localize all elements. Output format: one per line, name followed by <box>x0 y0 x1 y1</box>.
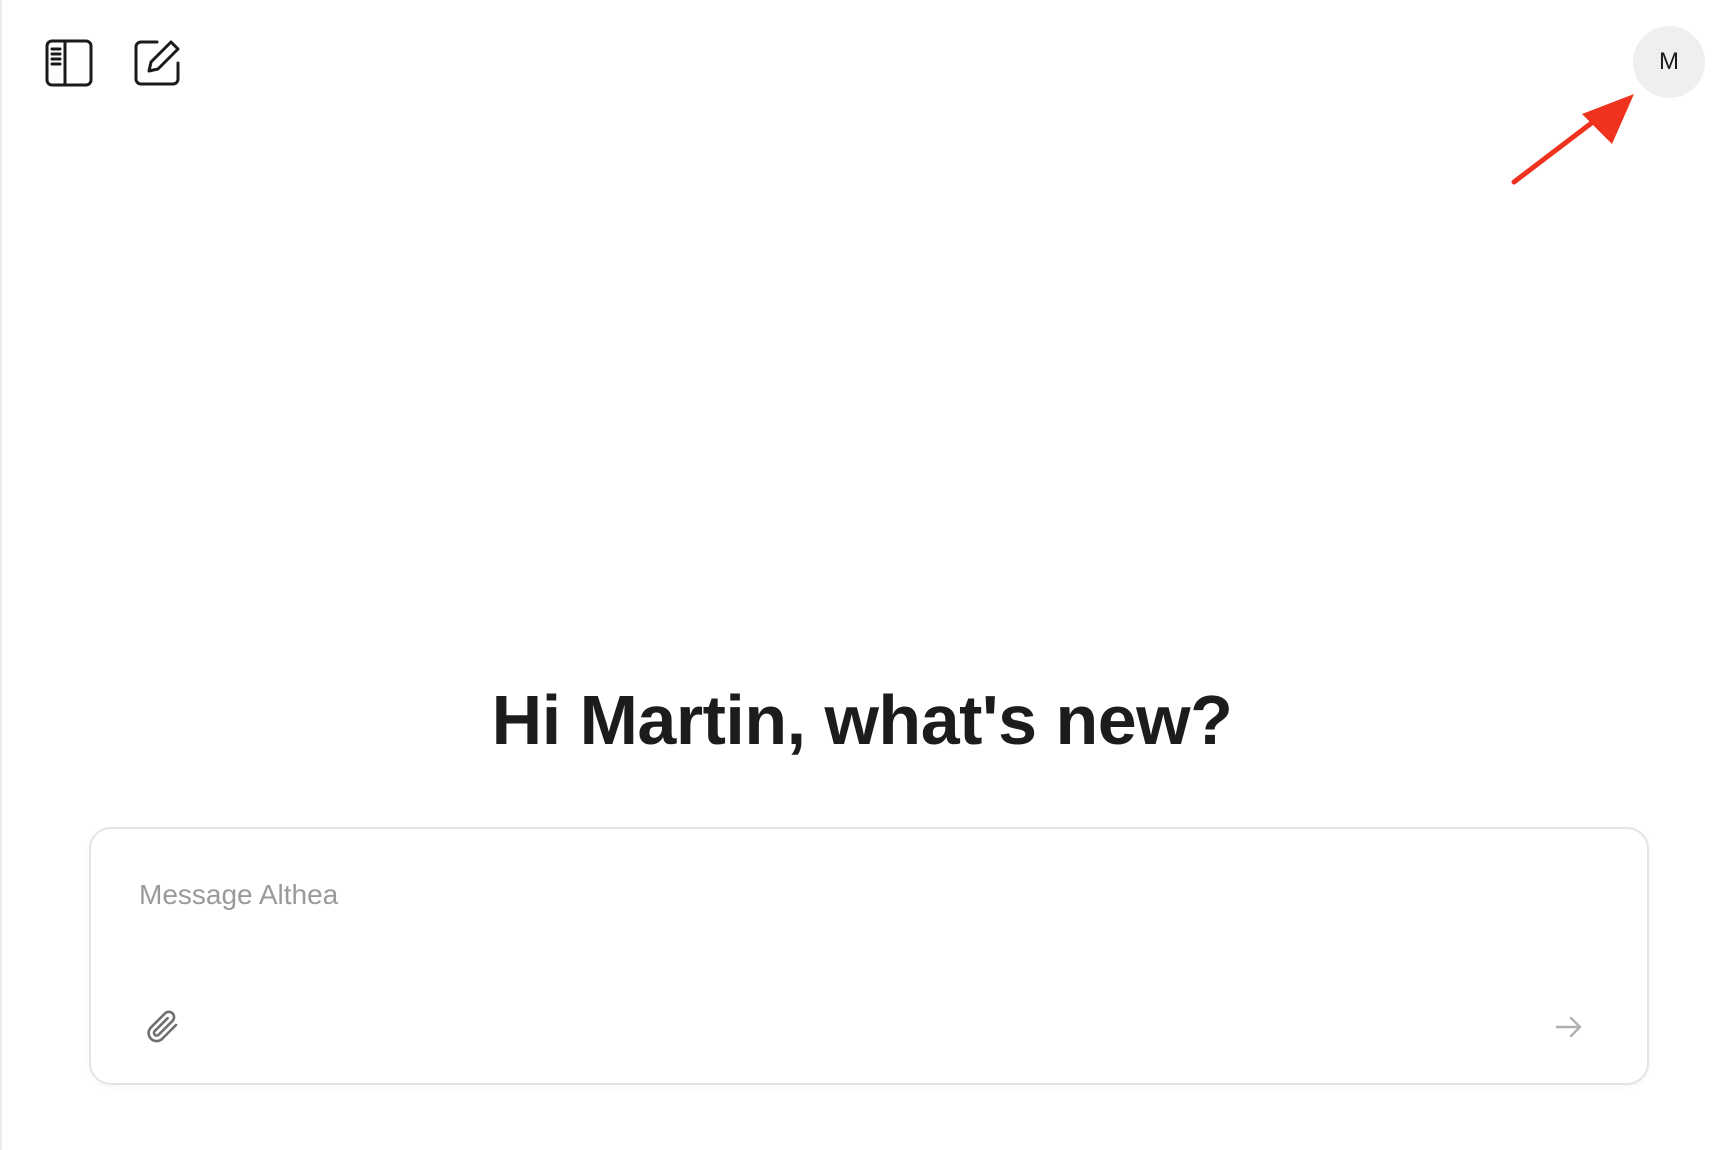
avatar-initial: M <box>1659 48 1679 75</box>
sidebar-icon <box>43 37 95 89</box>
page-title: Hi Martin, what's new? <box>491 681 1233 759</box>
sidebar-toggle-button[interactable] <box>40 34 98 92</box>
paperclip-icon <box>143 1007 183 1052</box>
annotation-arrow-icon <box>1511 94 1634 185</box>
message-composer <box>89 827 1649 1085</box>
message-input[interactable] <box>139 879 1579 969</box>
edit-icon <box>131 37 183 89</box>
arrow-right-icon <box>1554 1012 1584 1047</box>
new-chat-button[interactable] <box>128 34 186 92</box>
send-button[interactable] <box>1549 1009 1589 1049</box>
avatar[interactable]: M <box>1633 26 1705 98</box>
app-page: M Hi Martin, what's new? <box>0 0 1720 1150</box>
attach-button[interactable] <box>141 1007 185 1051</box>
